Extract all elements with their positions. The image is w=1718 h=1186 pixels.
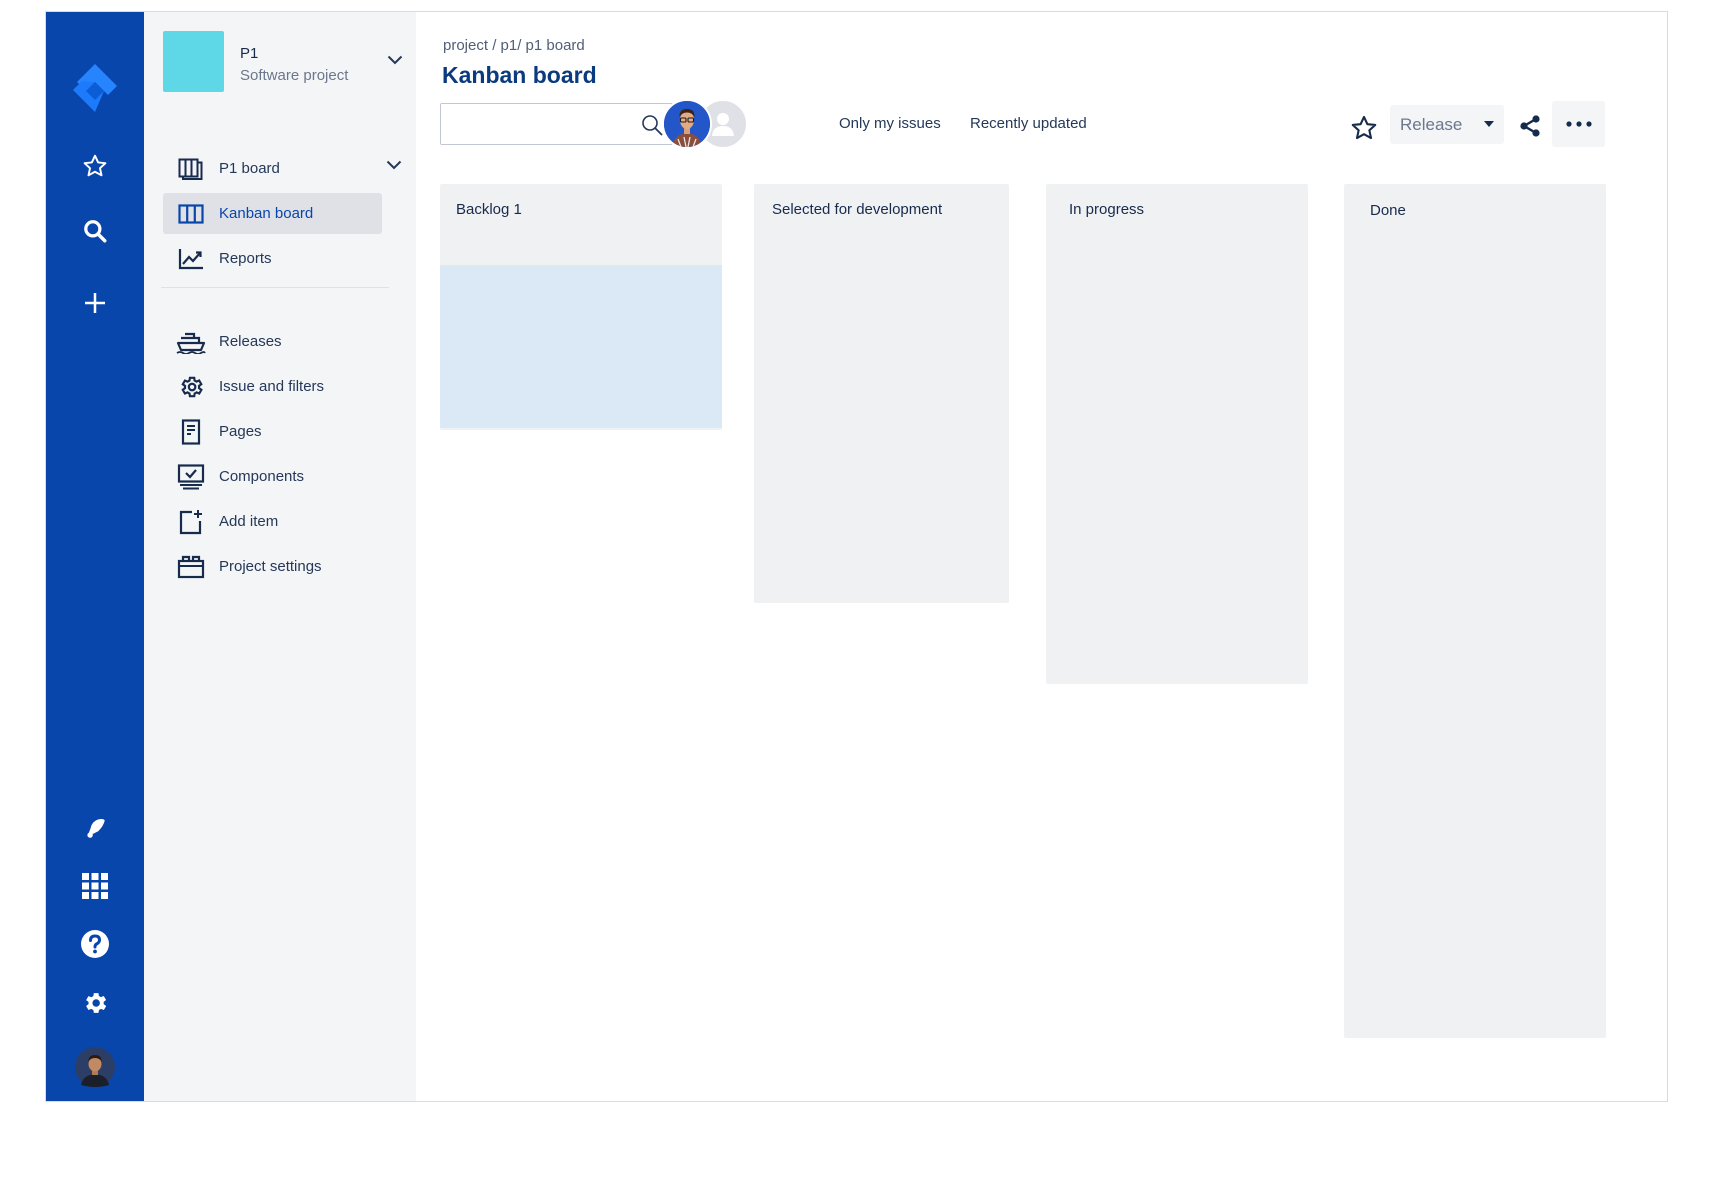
star-board-button[interactable]	[1344, 108, 1384, 148]
briefcase-icon	[163, 555, 219, 579]
sidebar-item-kanban-board[interactable]: Kanban board	[163, 193, 382, 234]
sidebar-item-label: Project settings	[219, 558, 322, 575]
column-drop-zone[interactable]	[440, 265, 722, 428]
assignee-avatars	[662, 99, 754, 151]
main-content: project / p1/ p1 board Kanban board Only…	[416, 12, 1667, 1101]
user-avatar[interactable]	[662, 99, 712, 149]
notifications-icon[interactable]	[70, 803, 120, 853]
sidebar-divider	[161, 287, 389, 288]
gear-icon	[163, 374, 219, 400]
sidebar-item-label: Kanban board	[219, 205, 314, 222]
app-window: P1 Software project P1 board Kanban boar…	[45, 11, 1668, 1102]
settings-icon[interactable]	[70, 978, 120, 1028]
page-title: Kanban board	[442, 62, 597, 88]
share-button[interactable]	[1509, 105, 1551, 147]
sidebar-item-project-settings[interactable]: Project settings	[163, 546, 382, 587]
project-sidebar: P1 Software project P1 board Kanban boar…	[144, 12, 416, 1101]
document-icon	[163, 418, 219, 445]
sidebar-item-components[interactable]: Components	[163, 456, 382, 497]
sidebar-item-label: Components	[219, 468, 305, 485]
board-column-backlog: Backlog 1	[440, 184, 722, 430]
sidebar-item-add-item[interactable]: Add item	[163, 501, 382, 542]
sidebar-item-releases[interactable]: Releases	[163, 321, 382, 362]
ship-icon	[163, 330, 219, 354]
columns-icon	[163, 203, 219, 224]
chevron-down-icon[interactable]	[386, 160, 402, 170]
filter-recently-updated[interactable]: Recently updated	[970, 115, 1087, 132]
more-icon	[1565, 121, 1592, 127]
search-icon[interactable]	[641, 114, 663, 136]
project-type: Software project	[240, 67, 349, 84]
project-header[interactable]: P1 Software project	[163, 31, 403, 92]
more-actions-button[interactable]	[1552, 101, 1605, 147]
sidebar-item-label: P1 board	[219, 160, 280, 177]
column-title: Done	[1370, 202, 1406, 219]
sidebar-item-label: Releases	[219, 333, 282, 350]
star-icon[interactable]	[70, 141, 120, 191]
chevron-down-icon[interactable]	[387, 55, 403, 65]
app-switcher-icon[interactable]	[70, 861, 120, 911]
plus-icon[interactable]	[70, 278, 120, 328]
board-column-in-progress: In progress	[1046, 184, 1308, 684]
add-item-icon	[163, 509, 219, 535]
board-column-done: Done	[1344, 184, 1606, 1038]
search-box[interactable]	[440, 103, 673, 145]
project-name: P1	[240, 45, 259, 62]
sidebar-item-reports[interactable]: Reports	[163, 238, 382, 279]
release-button[interactable]: Release	[1390, 105, 1504, 144]
release-button-label: Release	[1400, 114, 1463, 134]
sidebar-item-label: Issue and filters	[219, 378, 325, 395]
star-icon	[1351, 115, 1377, 140]
chart-line-icon	[163, 248, 219, 270]
board-icon	[163, 158, 219, 180]
breadcrumb[interactable]: project / p1/ p1 board	[443, 37, 585, 54]
search-icon[interactable]	[70, 206, 120, 256]
sidebar-item-label: Add item	[219, 513, 279, 530]
board-column-selected-for-development: Selected for development	[754, 184, 1009, 603]
profile-avatar[interactable]	[70, 1042, 120, 1092]
share-icon	[1520, 115, 1540, 137]
monitor-check-icon	[163, 463, 219, 490]
sidebar-item-issue-and-filters[interactable]: Issue and filters	[163, 366, 382, 407]
column-title: Selected for development	[772, 201, 943, 218]
column-title: Backlog 1	[456, 201, 522, 218]
jira-logo-icon[interactable]	[70, 63, 120, 113]
sidebar-item-label: Pages	[219, 423, 262, 440]
sidebar-item-label: Reports	[219, 250, 272, 267]
project-avatar	[163, 31, 224, 92]
filter-only-my-issues[interactable]: Only my issues	[839, 115, 941, 132]
caret-down-icon	[1484, 121, 1494, 127]
sidebar-item-pages[interactable]: Pages	[163, 411, 382, 452]
column-title: In progress	[1069, 201, 1145, 218]
search-input[interactable]	[449, 104, 639, 142]
global-nav-rail	[46, 12, 144, 1101]
sidebar-item-p1-board[interactable]: P1 board	[163, 148, 402, 189]
help-icon[interactable]	[70, 919, 120, 969]
